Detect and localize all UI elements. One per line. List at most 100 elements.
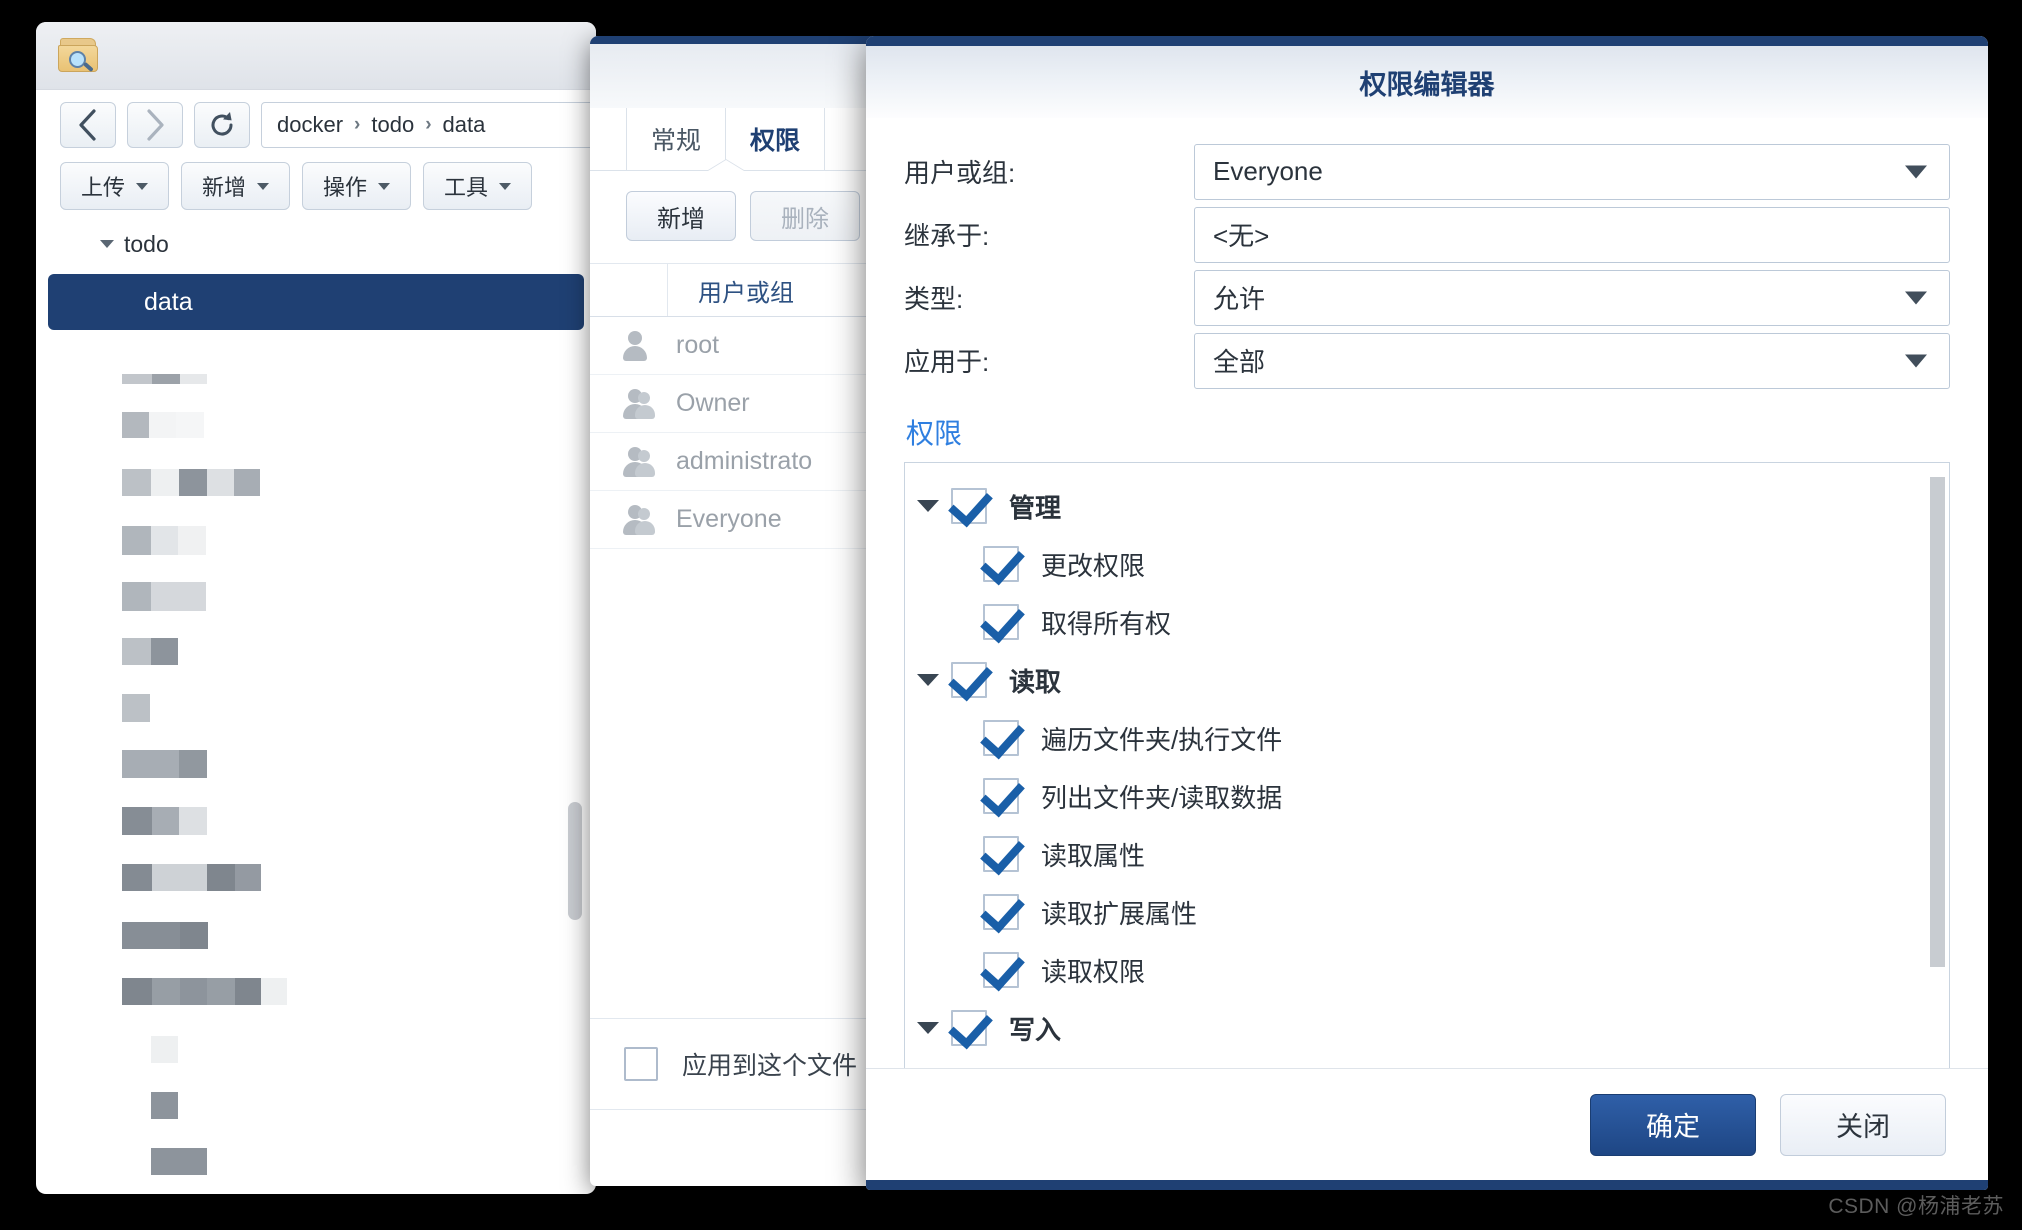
- refresh-icon[interactable]: [194, 102, 250, 148]
- permission-label-take-ownership: 取得所有权: [1041, 608, 1172, 639]
- redacted-tree-item[interactable]: [151, 1148, 207, 1175]
- redacted-tree-item[interactable]: [122, 864, 261, 891]
- permission-label-traverse-folder-execute-file: 遍历文件夹/执行文件: [1041, 724, 1283, 755]
- checkbox-read-attributes[interactable]: [983, 836, 1019, 872]
- apply-to-file-label: 应用到这个文件: [682, 1052, 858, 1080]
- redacted-tree-item[interactable]: [122, 638, 178, 665]
- redacted-tree-item[interactable]: [122, 469, 260, 496]
- permissions-section-title: 权限: [906, 418, 963, 449]
- tree-item-data-label: data: [144, 287, 193, 316]
- permission-node-read-attributes[interactable]: 读取属性: [905, 825, 1949, 883]
- checkbox-read[interactable]: [951, 662, 987, 698]
- add-button[interactable]: 新增: [626, 191, 736, 241]
- permission-node-change-permission[interactable]: 更改权限: [905, 535, 1949, 593]
- forward-icon[interactable]: [127, 102, 183, 148]
- permissions-tree-scrollbar-thumb[interactable]: [1930, 477, 1945, 967]
- checkbox-read-permissions[interactable]: [983, 952, 1019, 988]
- table-row-name: Owner: [676, 389, 750, 417]
- action-button[interactable]: 操作: [302, 162, 412, 210]
- permission-node-read-extended-attributes[interactable]: 读取扩展属性: [905, 883, 1949, 941]
- delete-button-label: 删除: [781, 205, 829, 233]
- redacted-tree-item[interactable]: [122, 922, 208, 949]
- chevron-down-icon[interactable]: [1905, 165, 1927, 178]
- tree-item-todo-label: todo: [124, 230, 169, 257]
- file-manager-window: docker › todo › data 上传 新增 操作 工具 todo da…: [36, 22, 596, 1194]
- permission-editor-footer: 确定 关闭: [866, 1068, 1988, 1180]
- create-button[interactable]: 新增: [181, 162, 291, 210]
- type-select[interactable]: 允许: [1194, 269, 1950, 326]
- chevron-down-icon[interactable]: [1905, 291, 1927, 304]
- checkbox-manage[interactable]: [951, 488, 987, 524]
- redacted-tree-item[interactable]: [151, 1092, 178, 1119]
- redacted-tree-item[interactable]: [122, 694, 150, 722]
- field-type-label: 类型:: [904, 284, 964, 314]
- breadcrumb-item-0[interactable]: docker: [277, 112, 343, 138]
- chevron-down-icon: [378, 182, 391, 190]
- permissions-tree-container: 管理更改权限取得所有权读取遍历文件夹/执行文件列出文件夹/读取数据 读取属性读取扩…: [904, 462, 1950, 1068]
- permission-node-list-folder-read-data[interactable]: 列出文件夹/读取数据: [905, 767, 1949, 825]
- permission-node-manage[interactable]: 管理: [905, 477, 1949, 535]
- redacted-tree-item[interactable]: [122, 374, 207, 384]
- breadcrumb-separator: ›: [425, 114, 432, 135]
- chevron-down-icon[interactable]: [905, 500, 951, 512]
- tools-button[interactable]: 工具: [423, 162, 533, 210]
- breadcrumb-item-2[interactable]: data: [443, 112, 486, 138]
- field-type: 类型: 允许: [904, 266, 1950, 329]
- tab-general-label: 常规: [651, 127, 702, 155]
- chevron-down-icon[interactable]: [905, 674, 951, 686]
- redacted-tree-item[interactable]: [122, 412, 204, 438]
- redacted-tree-item[interactable]: [122, 750, 207, 778]
- upload-button[interactable]: 上传: [60, 162, 170, 210]
- breadcrumb[interactable]: docker › todo › data: [261, 102, 596, 148]
- breadcrumb-separator: ›: [354, 114, 361, 135]
- file-manager-scrollbar-thumb[interactable]: [568, 802, 582, 920]
- group-icon: [620, 388, 655, 419]
- permission-node-read-permissions[interactable]: 读取权限: [905, 941, 1949, 999]
- permission-editor-dialog: 权限编辑器 用户或组: Everyone 继承于: <无> 类型: 允许 应用于…: [866, 36, 1988, 1190]
- checkbox-take-ownership[interactable]: [983, 604, 1019, 640]
- chevron-down-icon[interactable]: [100, 240, 114, 248]
- redacted-tree-item[interactable]: [151, 1036, 178, 1063]
- tree-item-todo[interactable]: todo: [36, 226, 596, 262]
- folder-tree: todo data: [36, 210, 596, 1194]
- permission-editor-header: 权限编辑器: [866, 46, 1988, 118]
- field-user-or-group-label: 用户或组:: [904, 158, 1016, 188]
- chevron-down-icon: [499, 182, 512, 190]
- page-title: 权限编辑器: [1359, 69, 1495, 100]
- redacted-tree-item[interactable]: [122, 807, 207, 835]
- user-or-group-select[interactable]: Everyone: [1194, 143, 1950, 200]
- permission-label-read-extended-attributes: 读取扩展属性: [1041, 898, 1198, 929]
- chevron-down-icon[interactable]: [1905, 354, 1927, 367]
- breadcrumb-item-1[interactable]: todo: [371, 112, 414, 138]
- checkbox-change-permission[interactable]: [983, 546, 1019, 582]
- permission-node-traverse-folder-execute-file[interactable]: 遍历文件夹/执行文件: [905, 709, 1949, 767]
- checkbox-read-extended-attributes[interactable]: [983, 894, 1019, 930]
- delete-button[interactable]: 删除: [750, 191, 860, 241]
- permission-node-take-ownership[interactable]: 取得所有权: [905, 593, 1949, 651]
- tree-item-data-selected[interactable]: data: [48, 274, 584, 330]
- permission-node-write[interactable]: 写入: [905, 999, 1949, 1057]
- table-row-name: root: [676, 331, 720, 359]
- redacted-tree-item[interactable]: [122, 526, 206, 555]
- checkbox-traverse-folder-execute-file[interactable]: [983, 720, 1019, 756]
- checkbox-list-folder-read-data[interactable]: [983, 778, 1019, 814]
- confirm-button[interactable]: 确定: [1590, 1093, 1756, 1156]
- apply-to-select[interactable]: 全部: [1194, 332, 1950, 389]
- redacted-tree-item[interactable]: [122, 978, 287, 1005]
- permission-label-create-files-write-data: 创建文件/写入数据: [1041, 1068, 1256, 1069]
- permission-label-change-permission: 更改权限: [1041, 550, 1146, 581]
- user-icon: [620, 330, 650, 361]
- back-icon[interactable]: [60, 102, 116, 148]
- inherited-from-value: <无>: [1213, 221, 1270, 251]
- field-apply-to: 应用于: 全部: [904, 329, 1950, 392]
- checkbox-write[interactable]: [951, 1010, 987, 1046]
- permission-node-read[interactable]: 读取: [905, 651, 1949, 709]
- apply-to-file-checkbox[interactable]: [624, 1047, 658, 1081]
- group-icon: [620, 504, 655, 535]
- permission-node-create-files-write-data[interactable]: 创建文件/写入数据: [905, 1057, 1949, 1068]
- close-button[interactable]: 关闭: [1780, 1093, 1946, 1156]
- tools-button-label: 工具: [444, 175, 489, 200]
- redacted-tree-item[interactable]: [122, 582, 206, 611]
- chevron-down-icon[interactable]: [905, 1022, 951, 1034]
- upload-button-label: 上传: [81, 175, 126, 200]
